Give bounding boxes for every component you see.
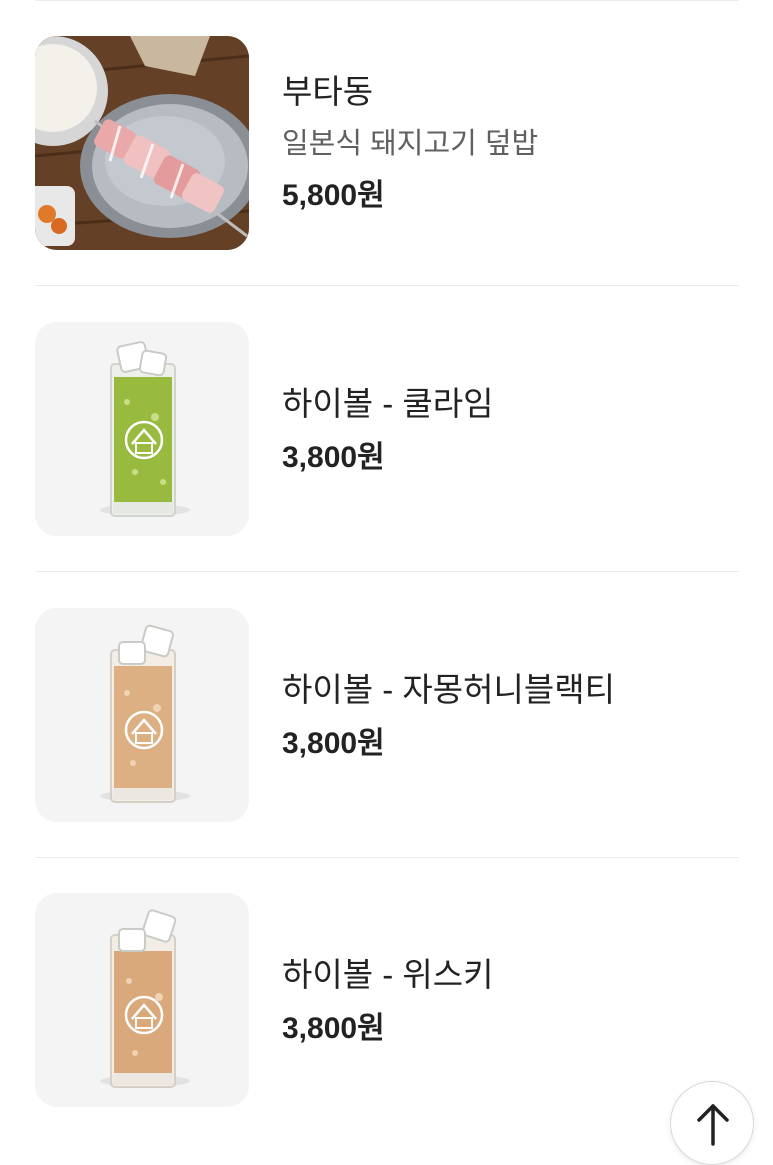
highball-glass-amber	[35, 608, 249, 822]
menu-item-price: 5,800원	[282, 179, 385, 212]
menu-item-info: 하이볼 - 위스키 3,800원	[282, 953, 739, 1049]
menu-item-price: 3,800원	[282, 1012, 385, 1045]
menu-item-name: 부타동	[282, 73, 374, 110]
menu-item-info: 하이볼 - 자몽허니블랙티 3,800원	[282, 668, 739, 764]
menu-item-name: 하이볼 - 위스키	[282, 956, 494, 993]
menu-item-info: 부타동 일본식 돼지고기 덮밥 5,800원	[282, 70, 739, 216]
arrow-up-icon	[697, 1104, 729, 1146]
menu-item-highball-whisky[interactable]: 하이볼 - 위스키 3,800원	[35, 857, 739, 1143]
menu-item-highball-grapefruit-honey-blacktea[interactable]: 하이볼 - 자몽허니블랙티 3,800원	[35, 572, 739, 858]
menu-item-name: 하이볼 - 자몽허니블랙티	[282, 671, 615, 708]
menu-item-name: 하이볼 - 쿨라임	[282, 385, 494, 422]
highball-glass-amber	[35, 893, 249, 1107]
menu-item-info: 하이볼 - 쿨라임 3,800원	[282, 382, 739, 478]
butadon-photo	[35, 36, 249, 250]
menu-item-highball-coollime[interactable]: 하이볼 - 쿨라임 3,800원	[35, 286, 739, 572]
scroll-to-top-button[interactable]	[670, 1081, 754, 1165]
highball-glass-green	[35, 322, 249, 536]
menu-item-price: 3,800원	[282, 441, 385, 474]
menu-item-butadon[interactable]: 부타동 일본식 돼지고기 덮밥 5,800원	[35, 0, 739, 286]
menu-item-description: 일본식 돼지고기 덮밥	[282, 128, 539, 160]
menu-item-price: 3,800원	[282, 727, 385, 760]
